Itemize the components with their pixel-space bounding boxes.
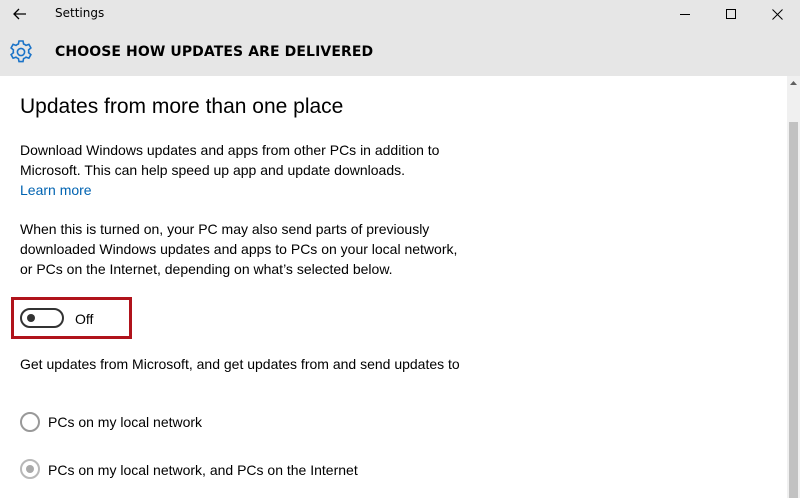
page-title: CHOOSE HOW UPDATES ARE DELIVERED [55,44,374,60]
radio-local-and-internet[interactable] [20,459,40,479]
radio-selected-dot [26,465,34,473]
radio-label-local-network: PCs on my local network [48,414,203,430]
toggle-state-label: Off [75,311,94,327]
maximize-icon [726,9,736,19]
back-button[interactable] [6,0,34,28]
maximize-button[interactable] [708,0,754,28]
description-paragraph: Download Windows updates and apps from o… [20,142,440,178]
minimize-button[interactable] [662,0,708,28]
scroll-thumb[interactable] [789,122,798,498]
back-arrow-icon [13,8,26,20]
learn-more-link[interactable]: Learn more [20,180,92,200]
scroll-up-icon [790,81,797,85]
settings-window: Settings CHOOSE HOW UPDATES ARE DELIVERE… [0,0,800,498]
vertical-scrollbar[interactable] [787,76,800,498]
sharing-paragraph: When this is turned on, your PC may also… [20,221,458,277]
section-title: Updates from more than one place [20,95,344,118]
title-bar: Settings [0,0,800,28]
toggle-knob [27,314,35,322]
minimize-icon [680,14,690,15]
app-title: Settings [55,6,105,20]
content-area: Updates from more than one place Downloa… [0,76,787,498]
radio-label-local-and-internet: PCs on my local network, and PCs on the … [48,462,358,478]
options-paragraph: Get updates from Microsoft, and get upda… [20,356,460,372]
page-header: CHOOSE HOW UPDATES ARE DELIVERED [0,28,800,76]
close-button[interactable] [754,0,800,28]
gear-icon [10,40,32,63]
scroll-up-button[interactable] [787,76,800,90]
radio-local-network[interactable] [20,412,40,432]
delivery-optimization-toggle[interactable] [20,308,64,328]
close-icon [771,8,783,20]
